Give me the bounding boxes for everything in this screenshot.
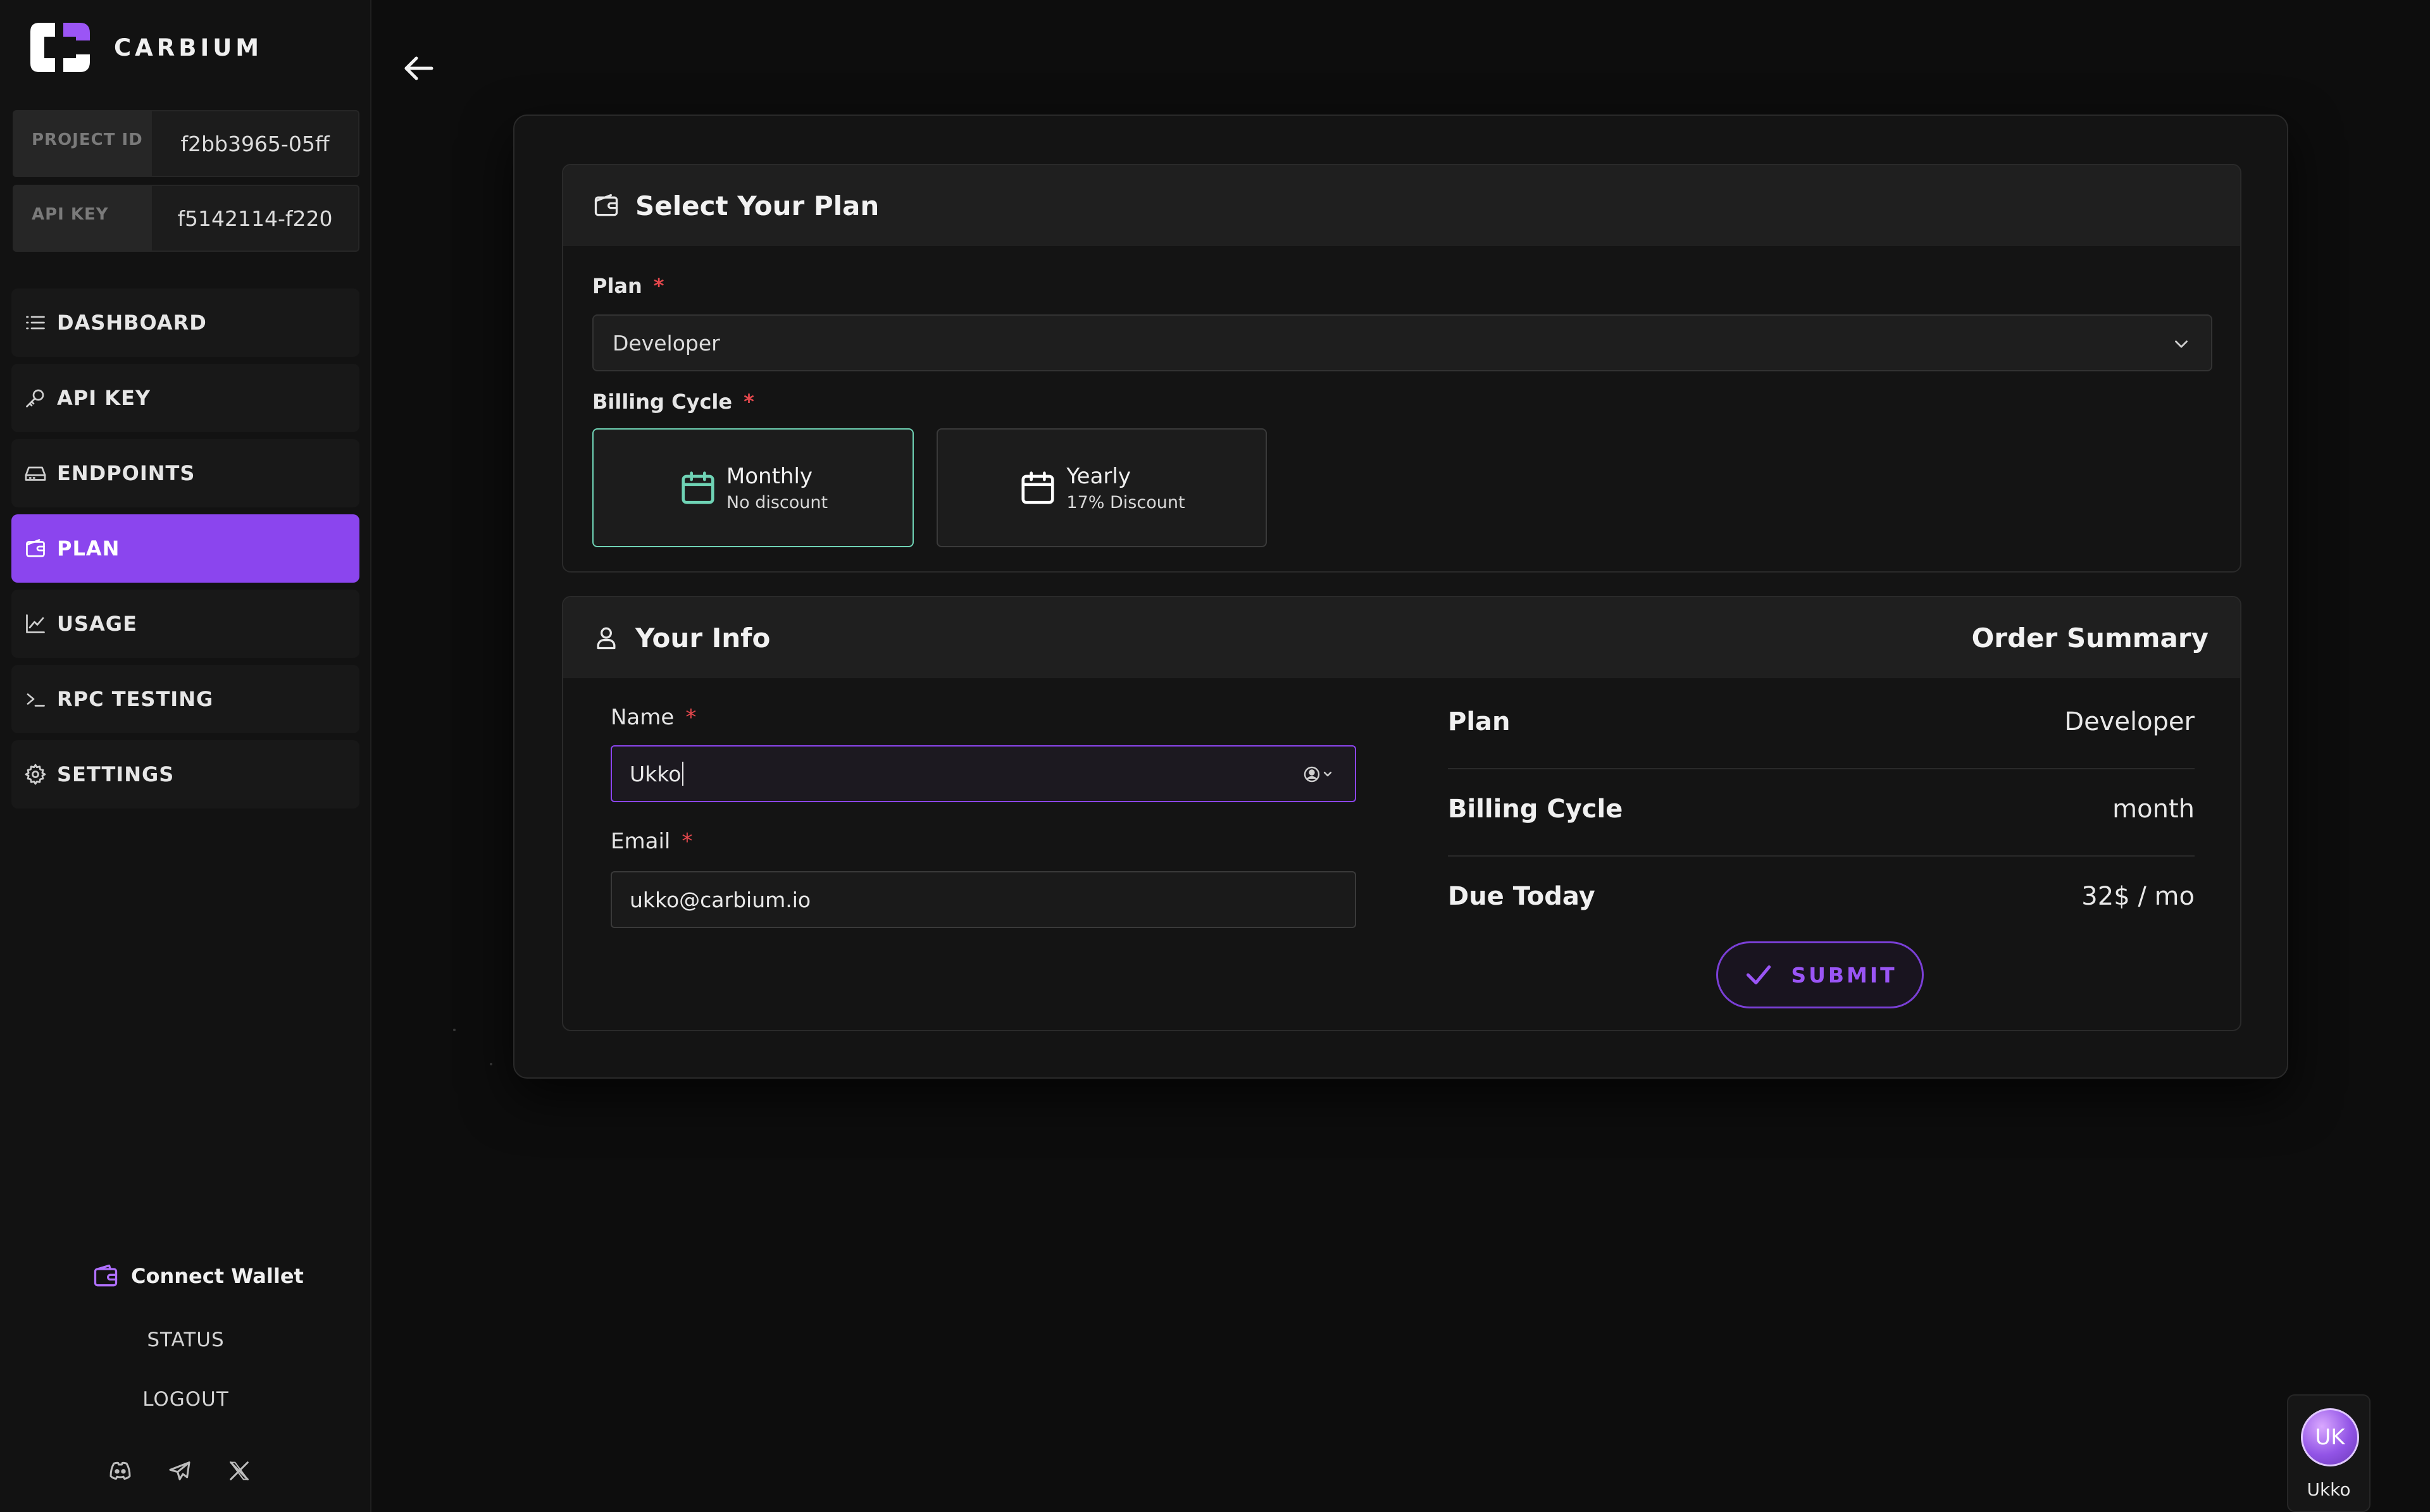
summary-value: Developer — [2064, 707, 2195, 736]
billing-option-monthly[interactable]: Monthly No discount — [592, 428, 914, 547]
key-icon — [26, 389, 44, 407]
brand-name: CARBIUM — [114, 34, 263, 61]
nav-label: SETTINGS — [57, 762, 175, 786]
social-links — [108, 1458, 252, 1484]
name-input-value: Ukko — [630, 761, 682, 786]
wallet-icon — [94, 1264, 118, 1287]
billing-option-name: Monthly — [726, 463, 813, 489]
nav-item-settings[interactable]: SETTINGS — [11, 740, 359, 809]
billing-option-yearly[interactable]: Yearly 17% Discount — [937, 428, 1267, 547]
text-caret — [682, 762, 684, 786]
calendar-icon — [682, 471, 714, 504]
nav-label: API KEY — [57, 386, 151, 410]
checkout-card: Select Your Plan Plan * Developer Billing… — [513, 115, 2288, 1079]
user-icon — [597, 627, 616, 650]
nav-label: RPC TESTING — [57, 687, 214, 711]
required-marker: * — [744, 390, 754, 414]
discord-icon[interactable] — [108, 1458, 133, 1484]
x-icon[interactable] — [227, 1458, 252, 1484]
background-dot — [490, 1063, 492, 1065]
billing-option-discount: No discount — [726, 492, 828, 512]
summary-row-plan: Plan Developer — [1448, 682, 2195, 769]
section-title: Your Info — [635, 622, 771, 654]
select-plan-section: Select Your Plan Plan * Developer Billing… — [562, 164, 2241, 573]
section-title: Select Your Plan — [635, 190, 880, 221]
name-label: Name * — [611, 705, 696, 730]
brand-logo[interactable]: CARBIUM — [27, 19, 263, 76]
billing-cycle-label: Billing Cycle * — [592, 390, 754, 414]
drive-icon — [25, 466, 46, 481]
nav-item-api-key[interactable]: API KEY — [11, 364, 359, 432]
gear-icon — [25, 764, 46, 785]
nav-label: ENDPOINTS — [57, 461, 196, 485]
email-label-text: Email — [611, 829, 671, 854]
summary-key: Billing Cycle — [1448, 795, 1623, 824]
your-info-section: Your Info Order Summary Name * Ukko Email… — [562, 596, 2241, 1031]
required-marker: * — [653, 274, 664, 298]
nav-label: DASHBOARD — [57, 311, 207, 335]
email-input[interactable]: ukko@carbium.io — [611, 871, 1356, 928]
required-marker: * — [685, 705, 697, 730]
summary-row-due-today: Due Today 32$ / mo — [1448, 857, 2195, 944]
project-id-row[interactable]: PROJECT ID f2bb3965-05ff — [13, 110, 359, 177]
api-key-value[interactable]: f5142114-f220 — [152, 206, 358, 231]
billing-cycle-label-text: Billing Cycle — [592, 390, 733, 414]
summary-key: Due Today — [1448, 882, 1595, 911]
logout-link[interactable]: LOGOUT — [0, 1388, 371, 1411]
chevron-down-icon — [2175, 340, 2188, 348]
telegram-icon[interactable] — [167, 1458, 192, 1484]
submit-button[interactable]: SUBMIT — [1716, 941, 1924, 1008]
submit-button-label: SUBMIT — [1791, 962, 1897, 988]
api-key-row[interactable]: API KEY f5142114-f220 — [13, 185, 359, 252]
plan-select[interactable]: Developer — [592, 314, 2212, 371]
autofill-contact-icon[interactable] — [1302, 763, 1337, 786]
summary-value: 32$ / mo — [2081, 882, 2195, 911]
background-dot — [453, 1029, 456, 1031]
wallet-icon — [594, 194, 618, 216]
plan-label-text: Plan — [592, 274, 642, 298]
user-menu[interactable]: UK Ukko — [2287, 1394, 2371, 1512]
status-link[interactable]: STATUS — [0, 1329, 371, 1351]
your-info-header: Your Info Order Summary — [563, 597, 2240, 678]
nav-label: PLAN — [57, 536, 120, 561]
carbium-logo-icon — [30, 23, 90, 72]
required-marker: * — [682, 829, 693, 854]
select-plan-header: Select Your Plan — [563, 165, 2240, 246]
email-input-value: ukko@carbium.io — [630, 887, 811, 912]
nav-item-plan[interactable]: PLAN — [11, 514, 359, 583]
plan-label: Plan * — [592, 274, 664, 298]
nav-item-usage[interactable]: USAGE — [11, 590, 359, 658]
list-icon — [26, 316, 45, 330]
plan-select-value: Developer — [613, 330, 720, 356]
sidebar: CARBIUM PROJECT ID f2bb3965-05ff API KEY… — [0, 0, 371, 1512]
summary-value: month — [2112, 795, 2195, 824]
wallet-icon — [26, 539, 45, 557]
back-arrow-icon[interactable] — [402, 54, 434, 82]
calendar-icon — [1021, 471, 1054, 504]
email-label: Email * — [611, 829, 692, 854]
nav-item-dashboard[interactable]: DASHBOARD — [11, 288, 359, 357]
name-label-text: Name — [611, 705, 675, 730]
connect-wallet-label: Connect Wallet — [131, 1264, 304, 1288]
user-name: Ukko — [2307, 1479, 2351, 1500]
check-icon — [1747, 965, 1771, 984]
connect-wallet-button[interactable]: Connect Wallet — [92, 1262, 304, 1290]
project-id-value[interactable]: f2bb3965-05ff — [152, 132, 358, 156]
billing-option-name: Yearly — [1066, 463, 1131, 489]
project-id-label: PROJECT ID — [14, 111, 152, 176]
chart-line-icon — [26, 614, 45, 633]
billing-option-discount: 17% Discount — [1066, 492, 1185, 512]
order-summary-title: Order Summary — [1971, 623, 2209, 654]
summary-row-billing-cycle: Billing Cycle month — [1448, 769, 2195, 857]
nav-item-endpoints[interactable]: ENDPOINTS — [11, 439, 359, 507]
summary-key: Plan — [1448, 707, 1511, 736]
avatar: UK — [2301, 1408, 2359, 1466]
nav-item-rpc-testing[interactable]: RPC TESTING — [11, 665, 359, 733]
name-input[interactable]: Ukko — [611, 745, 1356, 802]
nav-label: USAGE — [57, 612, 137, 636]
terminal-icon — [27, 693, 45, 707]
api-key-label: API KEY — [14, 186, 152, 251]
